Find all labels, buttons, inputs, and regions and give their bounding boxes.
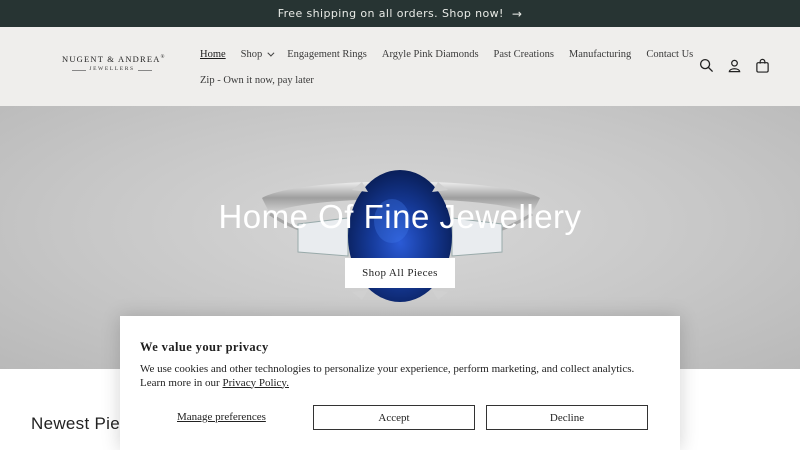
manage-preferences-link[interactable]: Manage preferences <box>177 411 266 423</box>
hero-title: Home Of Fine Jewellery <box>218 198 582 235</box>
arrow-right-icon: → <box>511 6 523 21</box>
nav-item-manufacturing[interactable]: Manufacturing <box>569 49 631 60</box>
cart-icon[interactable] <box>754 57 770 73</box>
announcement-bar[interactable]: Free shipping on all orders. Shop now! → <box>0 0 800 27</box>
logo-line-2: JEWELLERS <box>62 66 162 72</box>
search-icon[interactable] <box>698 57 714 73</box>
cookie-text: We use cookies and other technologies to… <box>140 363 635 389</box>
cookie-description: We use cookies and other technologies to… <box>140 363 660 390</box>
announcement-text[interactable]: Free shipping on all orders. Shop now! <box>278 7 504 20</box>
logo[interactable]: NUGENT & ANDREA® JEWELLERS <box>62 54 166 78</box>
privacy-policy-link[interactable]: Privacy Policy. <box>222 377 289 389</box>
nav-item-contact-us[interactable]: Contact Us <box>646 49 693 60</box>
nav-item-argyle-pink-diamonds[interactable]: Argyle Pink Diamonds <box>382 49 479 60</box>
cookie-title: We value your privacy <box>140 340 269 354</box>
main-nav: Home Shop Engagement Rings Argyle Pink D… <box>200 41 708 93</box>
chevron-down-icon <box>267 49 275 57</box>
site-header: NUGENT & ANDREA® JEWELLERS Home Shop Eng… <box>0 27 800 106</box>
shop-all-pieces-button[interactable]: Shop All Pieces <box>345 258 455 288</box>
cookie-consent-modal: We value your privacy We use cookies and… <box>120 316 680 450</box>
header-icons <box>698 57 770 73</box>
account-icon[interactable] <box>726 57 742 73</box>
accept-button[interactable]: Accept <box>313 405 475 430</box>
nav-item-zip[interactable]: Zip - Own it now, pay later <box>200 75 314 86</box>
nav-item-shop[interactable]: Shop <box>240 48 275 60</box>
nav-item-past-creations[interactable]: Past Creations <box>494 49 554 60</box>
nav-item-shop-label: Shop <box>240 48 263 60</box>
nav-item-engagement-rings[interactable]: Engagement Rings <box>287 49 367 60</box>
nav-item-home[interactable]: Home <box>200 49 226 60</box>
decline-button[interactable]: Decline <box>486 405 648 430</box>
logo-line-1: NUGENT & ANDREA® <box>62 54 166 64</box>
